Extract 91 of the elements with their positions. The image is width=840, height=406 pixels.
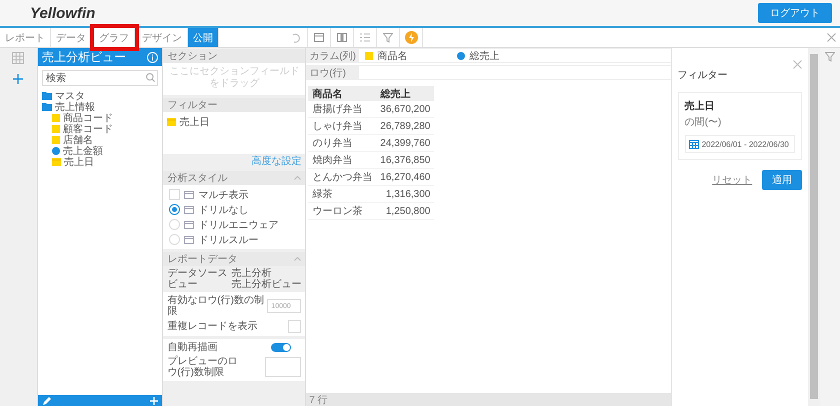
property-label: データソース: [167, 268, 228, 279]
checkbox[interactable]: [288, 320, 302, 333]
search-icon: [146, 73, 156, 82]
calendar-icon: [688, 139, 699, 149]
view-style-icon: [184, 190, 194, 198]
table-cell: しゃけ弁当: [308, 118, 376, 134]
toggle-switch[interactable]: [271, 343, 292, 352]
date-range-field[interactable]: 2022/06/01 - 2022/06/30: [684, 135, 796, 153]
column-header[interactable]: 総売上: [376, 86, 434, 101]
table-cell: 26,789,280: [376, 118, 434, 134]
filter-panel-title: フィルター: [678, 69, 729, 82]
calendar-field-icon: [52, 158, 61, 166]
property-label: ビュー: [167, 279, 198, 290]
table-cell: 唐揚げ弁当: [308, 101, 376, 118]
tree-item[interactable]: 顧客コード: [52, 123, 162, 134]
table-cell: 1,250,800: [376, 202, 434, 220]
duplicates-label: 重複レコードを表示: [167, 321, 258, 332]
tree-item[interactable]: 商品コード: [52, 112, 162, 123]
radio-button[interactable]: [169, 204, 180, 215]
search-field[interactable]: 検索: [42, 70, 158, 86]
zone-label: ロウ(行): [308, 66, 347, 80]
grid-icon[interactable]: [12, 52, 24, 64]
folder-icon: [42, 102, 52, 110]
list-icon[interactable]: [360, 33, 370, 42]
filter-field-name: 売上日: [684, 100, 716, 113]
metric-icon: [457, 52, 466, 60]
tree-item[interactable]: 売上情報: [42, 101, 162, 112]
table-cell: 1,316,300: [376, 186, 434, 202]
row-count: 7 行: [309, 394, 328, 406]
column-icon[interactable]: [337, 33, 347, 42]
add-icon[interactable]: [13, 74, 24, 84]
preview-limit-field[interactable]: [265, 357, 302, 377]
tree-item[interactable]: 売上金額: [52, 145, 162, 156]
view-style-icon: [184, 206, 194, 214]
checkbox[interactable]: [169, 189, 180, 200]
section-title: レポートデータ: [167, 253, 238, 266]
table-cell: 16,270,460: [376, 168, 434, 186]
table-cell: ウーロン茶: [308, 202, 376, 220]
property-value: 売上分析: [231, 268, 272, 279]
scrollbar[interactable]: [808, 48, 820, 406]
view-title: 売上分析ビュー: [42, 48, 126, 66]
property-value: 売上分析ビュー: [231, 279, 302, 290]
tree-item[interactable]: マスタ: [42, 90, 162, 101]
lightning-icon[interactable]: [404, 31, 418, 44]
table-cell: 24,399,760: [376, 134, 434, 152]
column-field[interactable]: 商品名: [365, 48, 408, 62]
row-drop-zone[interactable]: [359, 66, 671, 79]
column-drop-zone[interactable]: 商品名 総売上: [359, 49, 671, 62]
section-title: 分析スタイル: [167, 172, 228, 185]
table-icon[interactable]: [314, 33, 324, 42]
tree-item[interactable]: 店舗名: [52, 134, 162, 145]
metric-icon: [52, 146, 60, 154]
style-option-label: ドリルエニウェア: [198, 218, 278, 232]
section-title: フィルター: [167, 99, 218, 112]
pencil-icon[interactable]: [42, 396, 51, 406]
column-header[interactable]: 商品名: [308, 86, 376, 101]
view-style-icon: [184, 236, 194, 244]
style-option-label: ドリルなし: [198, 204, 248, 216]
filter-icon[interactable]: [383, 32, 393, 42]
table-cell: 緑茶: [308, 186, 376, 202]
style-option-label: マルチ表示: [198, 188, 248, 202]
info-icon[interactable]: [147, 52, 158, 62]
calendar-field-icon: [167, 118, 176, 126]
filter-operator: の間(〜): [684, 116, 722, 129]
row-limit-label: 有効なロウ(行)数の制限: [167, 295, 265, 317]
tab[interactable]: グラフ: [94, 28, 135, 47]
collapse-icon[interactable]: [294, 257, 302, 261]
preview-limit-label: プレビューのロウ(行)数制限: [167, 356, 238, 378]
table-cell: 焼肉弁当: [308, 152, 376, 168]
column-field[interactable]: 総売上: [457, 48, 500, 62]
auto-refresh-label: 自動再描画: [167, 342, 218, 353]
tree-item[interactable]: 売上日: [52, 156, 162, 167]
undo-icon[interactable]: [291, 32, 301, 42]
filter-icon[interactable]: [825, 52, 836, 62]
table-cell: 36,670,200: [376, 101, 434, 118]
tab[interactable]: データ: [51, 28, 92, 47]
folder-icon: [42, 92, 52, 100]
logo: Yellowfin: [30, 4, 96, 22]
close-icon[interactable]: [793, 60, 802, 69]
style-option-label: ドリルスルー: [198, 234, 258, 246]
table-cell: のり弁当: [308, 134, 376, 152]
tab[interactable]: レポート: [0, 28, 51, 47]
section-title: セクション: [167, 50, 218, 63]
view-style-icon: [184, 220, 194, 228]
table-cell: 16,376,850: [376, 152, 434, 168]
close-icon[interactable]: [827, 33, 836, 42]
dimension-icon: [365, 52, 374, 60]
reset-link[interactable]: リセット: [712, 173, 752, 187]
table-cell: とんかつ弁当: [308, 168, 376, 186]
collapse-icon[interactable]: [294, 176, 302, 180]
zone-label: カラム(列): [308, 50, 357, 63]
